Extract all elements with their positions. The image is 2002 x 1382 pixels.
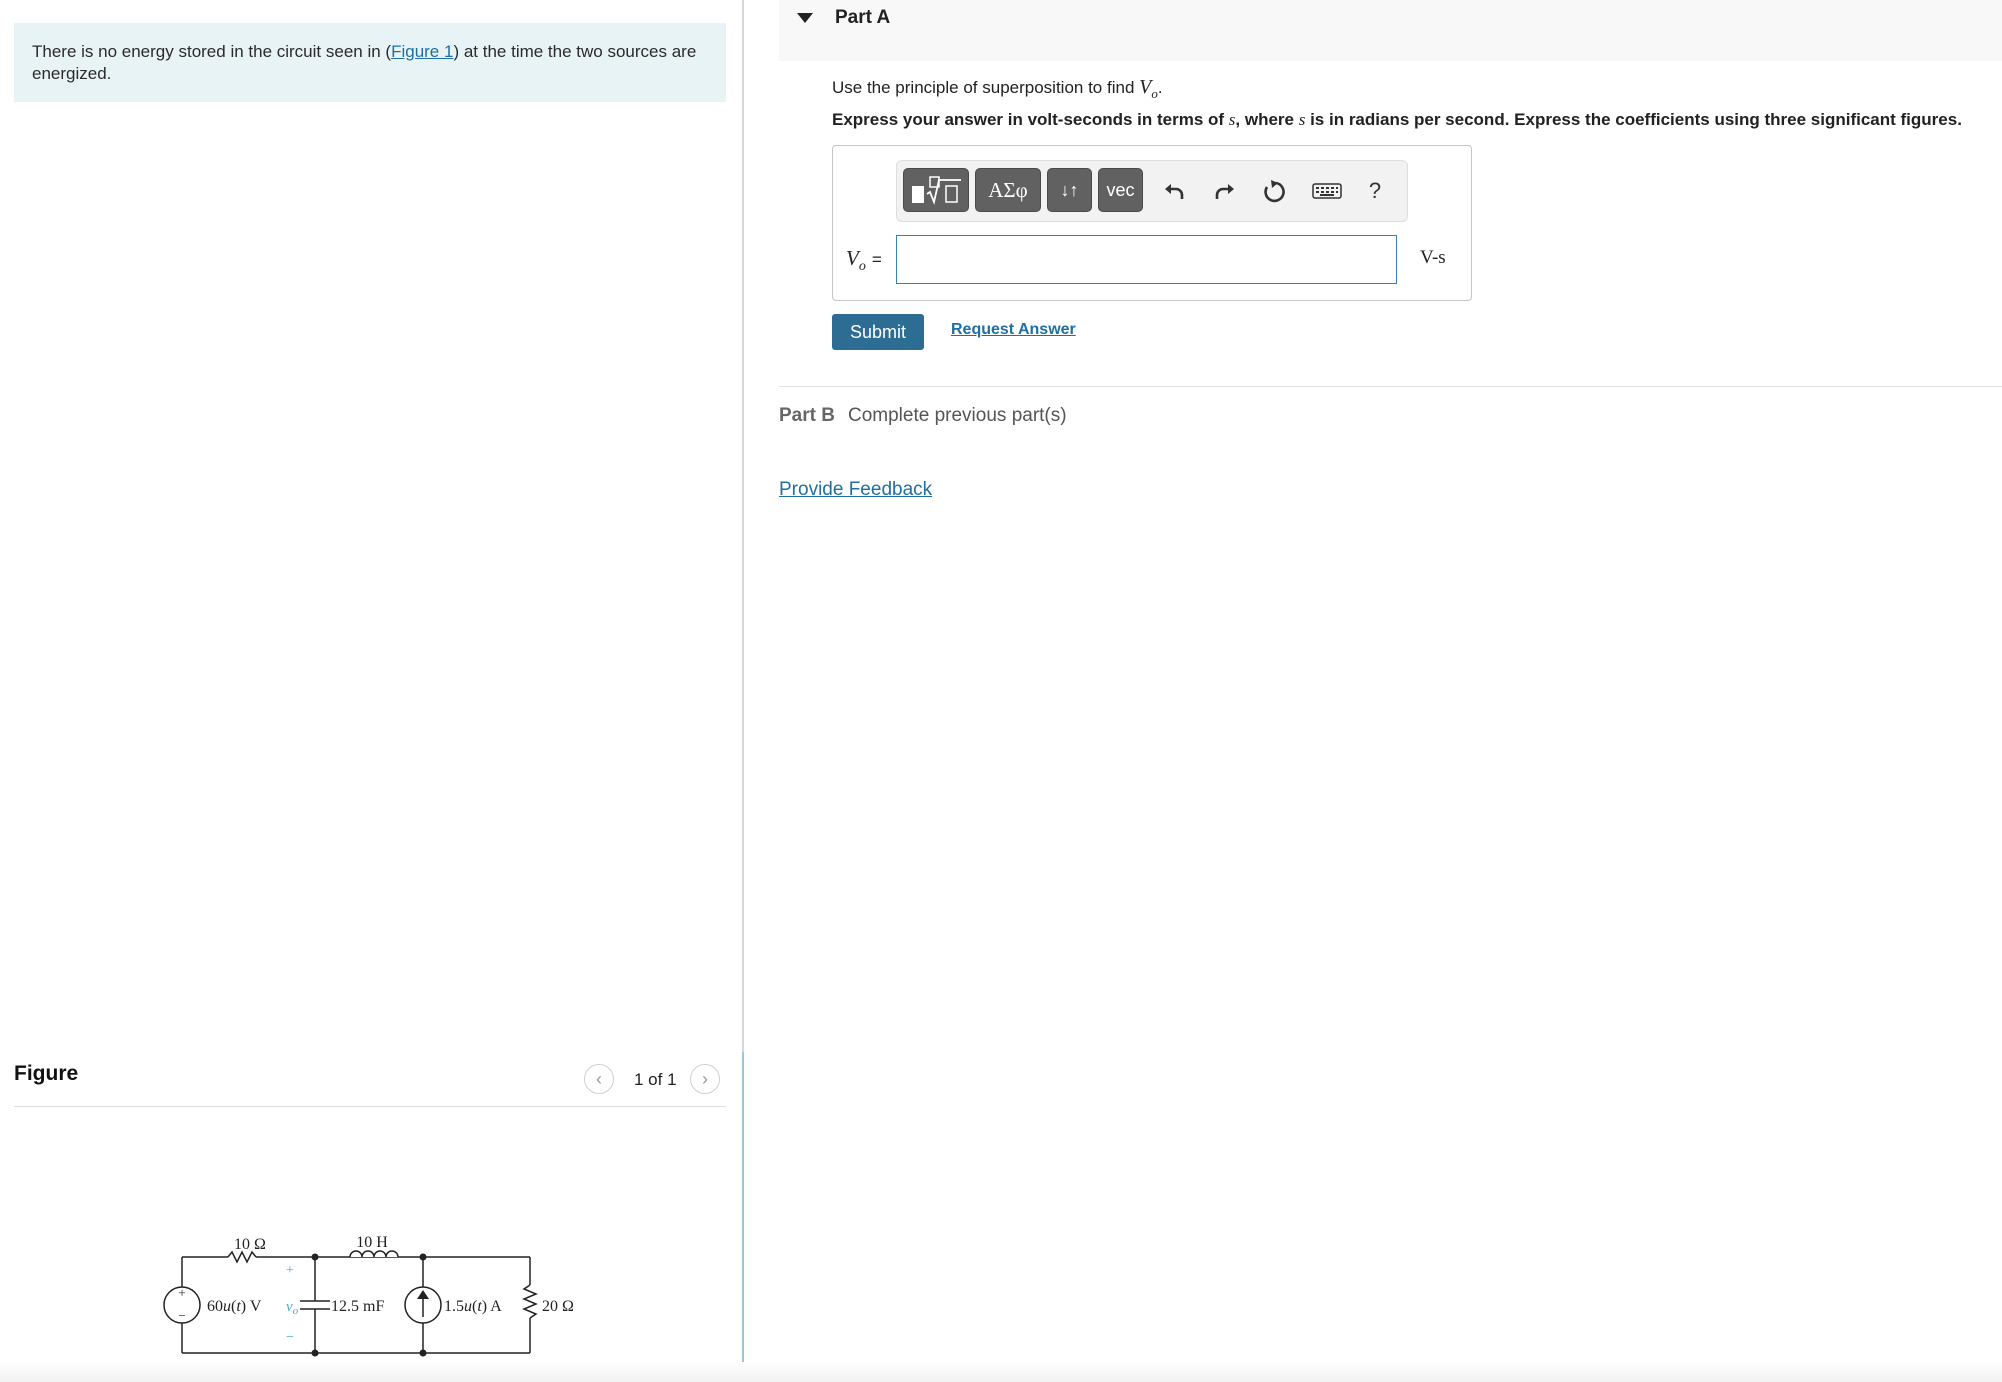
- keyboard-icon: [1312, 183, 1342, 199]
- provide-feedback-link[interactable]: Provide Feedback: [779, 479, 932, 501]
- chevron-right-icon: ›: [702, 1068, 708, 1089]
- vo-plus-sign: +: [286, 1263, 294, 1278]
- figure-link[interactable]: Figure 1: [391, 42, 453, 61]
- part-a-instructions: Express your answer in volt-seconds in t…: [832, 110, 1962, 129]
- reset-icon: [1264, 180, 1285, 203]
- bottom-edge: [0, 1362, 2002, 1382]
- chevron-left-icon: ‹: [596, 1068, 602, 1089]
- answer-unit: V-s: [1420, 247, 1446, 268]
- answer-input[interactable]: [896, 235, 1397, 284]
- reset-button[interactable]: [1259, 176, 1289, 206]
- figure-next-button[interactable]: ›: [690, 1064, 720, 1094]
- question-variable: Vo: [1139, 76, 1158, 101]
- part-a-question: Use the principle of superposition to fi…: [832, 76, 1163, 102]
- part-a-header[interactable]: [779, 0, 2002, 61]
- vo-label: vo: [286, 1299, 299, 1317]
- greek-symbols-button[interactable]: ΑΣφ: [975, 168, 1041, 212]
- vector-button[interactable]: vec: [1098, 168, 1143, 212]
- subscript-superscript-button[interactable]: ↓↑: [1047, 168, 1092, 212]
- redo-icon: [1215, 184, 1234, 199]
- pane-divider-accent: [742, 1052, 744, 1382]
- figure-counter: 1 of 1: [634, 1070, 677, 1089]
- current-source-label: 1.5u(t) A: [444, 1298, 502, 1315]
- part-b-status: Complete previous part(s): [848, 405, 1067, 426]
- figure-title: Figure: [14, 1062, 79, 1085]
- request-answer-link[interactable]: Request Answer: [951, 321, 1076, 339]
- question-prefix: Use the principle of superposition to fi…: [832, 78, 1140, 97]
- submit-button[interactable]: Submit: [832, 314, 924, 350]
- capacitor-label: 12.5 mF: [331, 1298, 384, 1315]
- circuit-diagram: + − 10 Ω 10 H 60u(t) V + vo − 12.5 mF 1.…: [163, 1234, 574, 1357]
- question-suffix: .: [1157, 78, 1163, 97]
- fraction-radical-icon: [912, 176, 961, 205]
- source-plus-sign: +: [178, 1285, 185, 1300]
- redo-button[interactable]: [1210, 176, 1240, 206]
- problem-pane: There is no energy stored in the circuit…: [0, 0, 742, 1382]
- keyboard-button[interactable]: [1310, 176, 1344, 206]
- help-button[interactable]: ?: [1360, 176, 1390, 206]
- templates-button[interactable]: [903, 168, 969, 212]
- figure-divider: [14, 1106, 726, 1107]
- answer-variable-label: Vo =: [846, 246, 882, 275]
- inductor-label: 10 H: [356, 1234, 388, 1251]
- problem-intro: There is no energy stored in the circuit…: [14, 23, 726, 102]
- undo-icon: [1165, 184, 1184, 199]
- resistor-10-label: 10 Ω: [234, 1236, 266, 1253]
- part-a-title[interactable]: Part A: [835, 7, 890, 29]
- vo-minus-sign: −: [286, 1330, 294, 1345]
- part-b-divider: [779, 386, 2002, 387]
- resistor-20-label: 20 Ω: [542, 1298, 574, 1315]
- source-minus-sign: −: [178, 1308, 185, 1323]
- figure-prev-button[interactable]: ‹: [584, 1064, 614, 1094]
- intro-text-before: There is no energy stored in the circuit…: [32, 42, 392, 61]
- undo-button[interactable]: [1159, 176, 1189, 206]
- voltage-source-label: 60u(t) V: [207, 1298, 262, 1315]
- caret-down-icon[interactable]: [797, 13, 813, 23]
- part-b-label: Part B: [779, 405, 835, 426]
